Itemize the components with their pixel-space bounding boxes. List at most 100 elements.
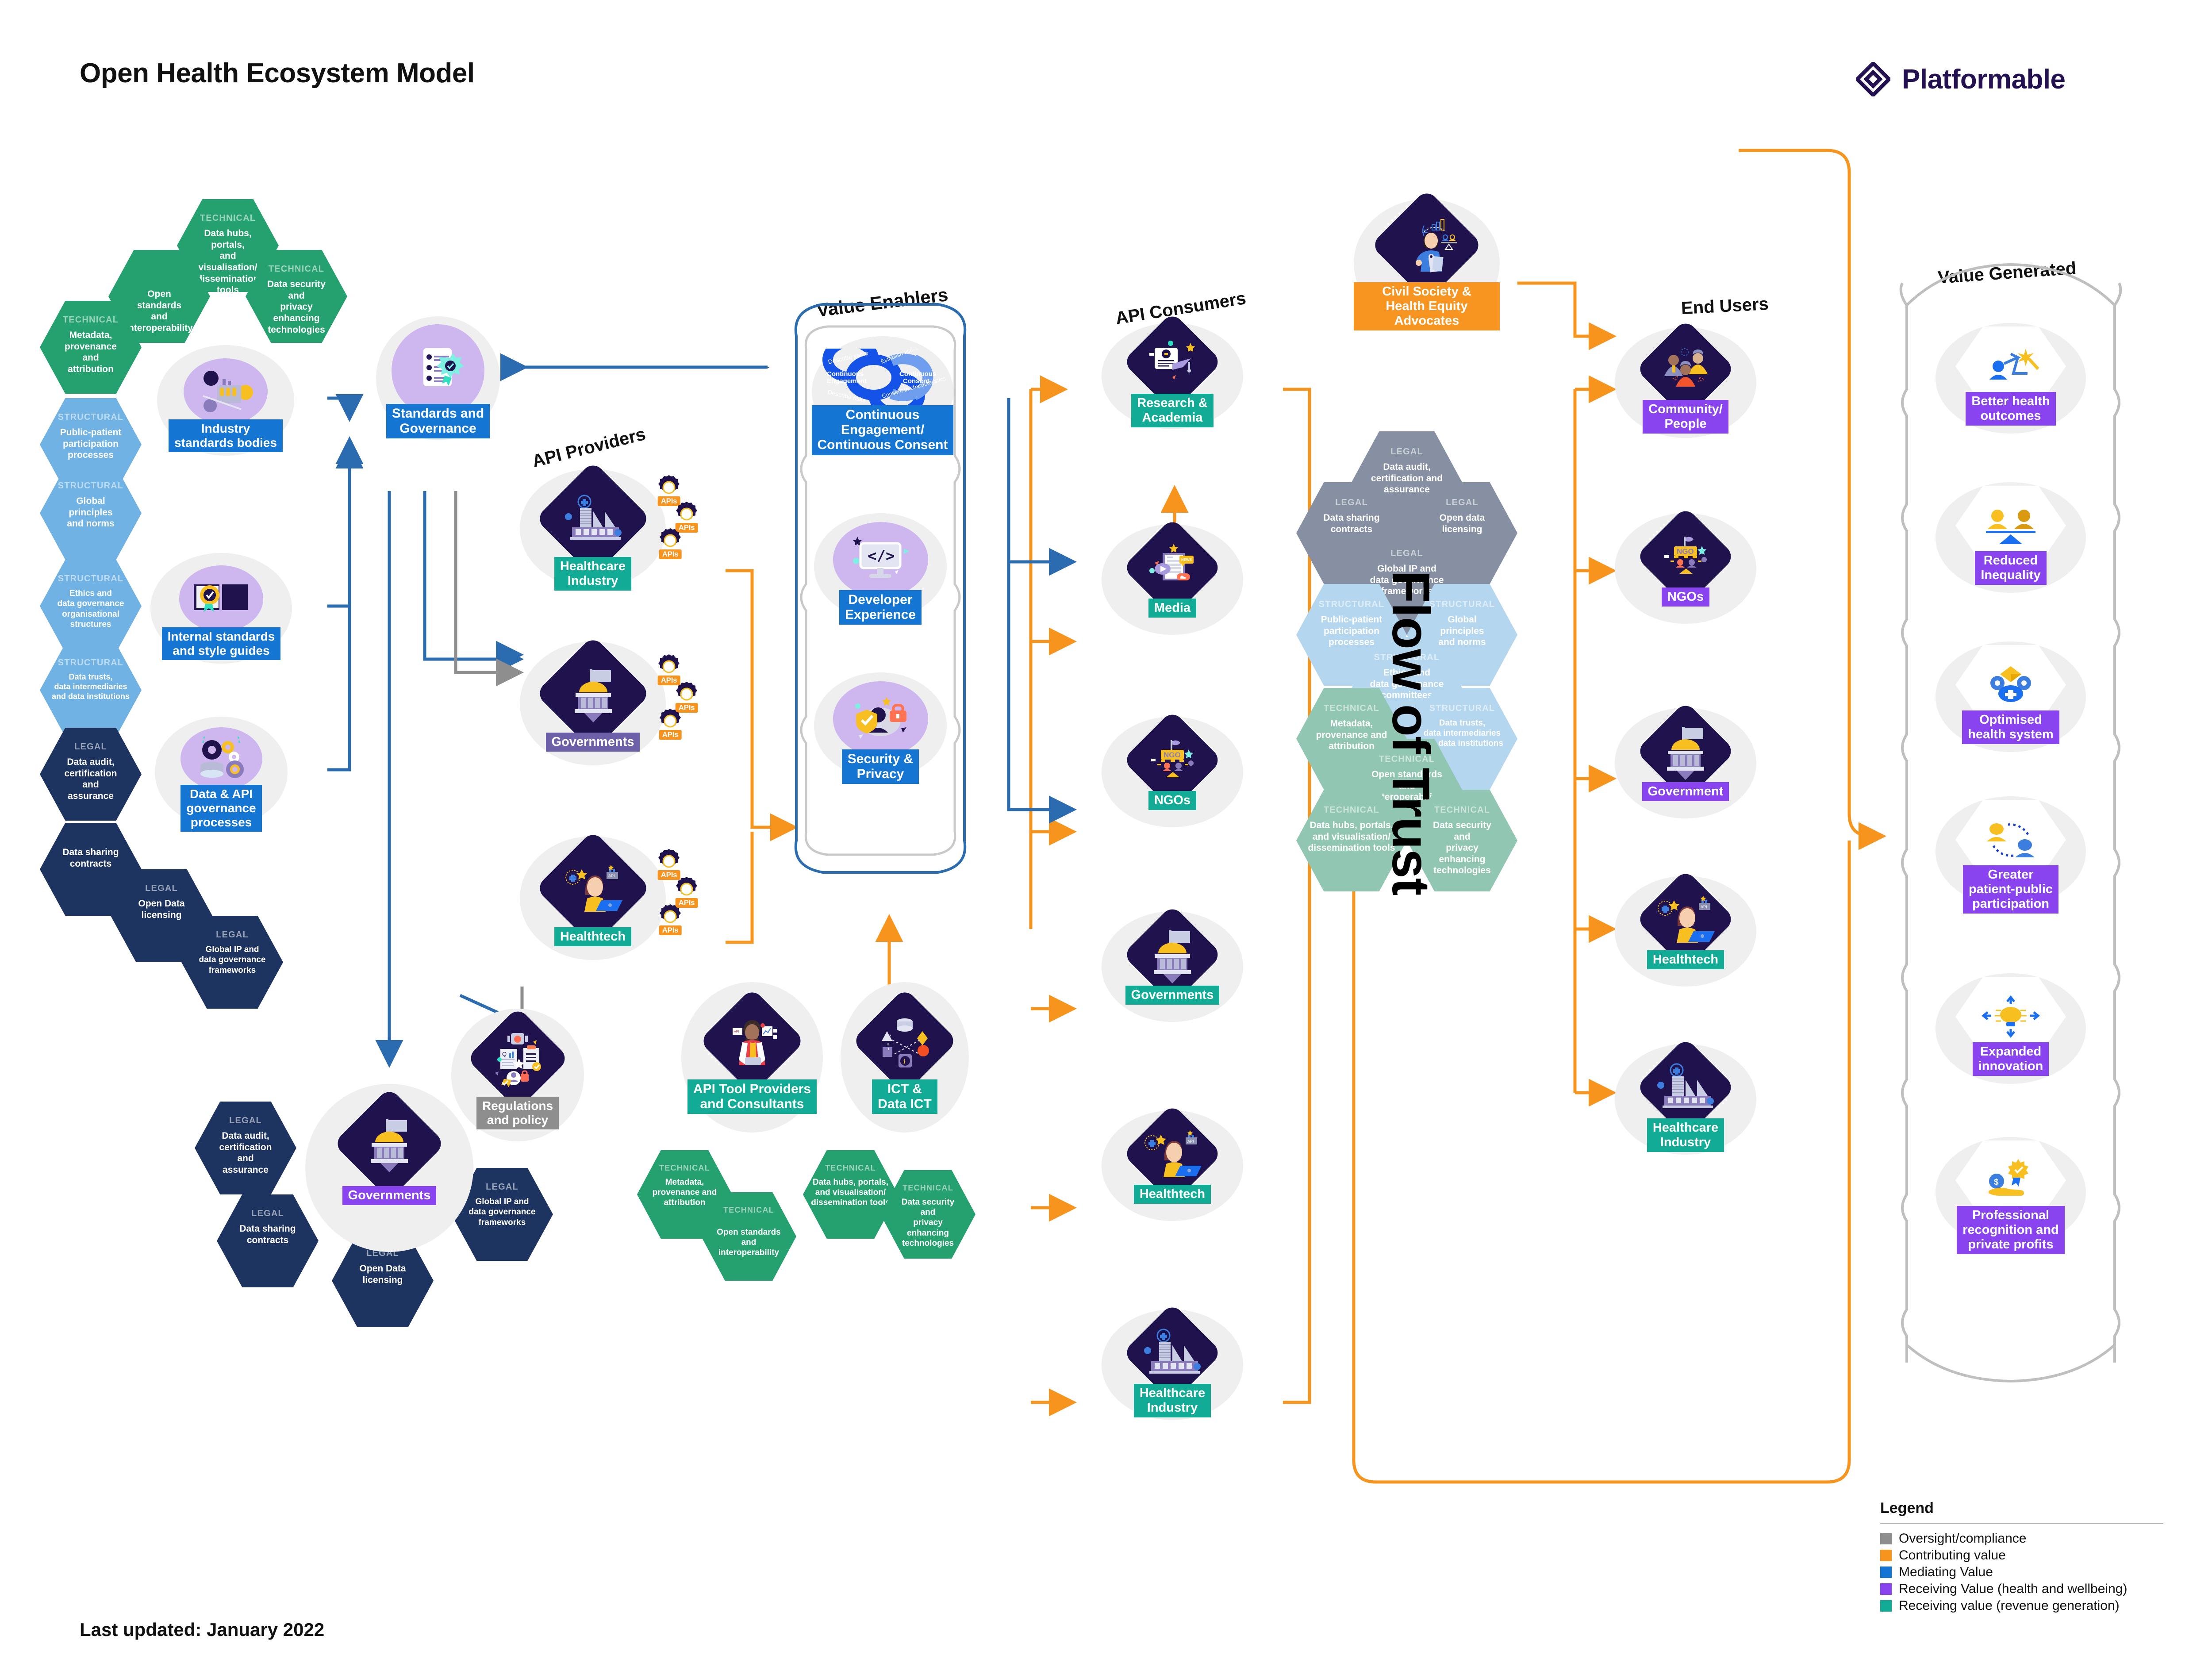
hospital-icon <box>1635 1037 1736 1138</box>
node-civil-society-health-equity-advocates[interactable]: Civil Society & Health Equity Advocates <box>1354 188 1500 345</box>
node-end-user-ngos[interactable]: NGO NGOs <box>1615 506 1756 646</box>
ngo-building-icon: NGO <box>1122 710 1223 810</box>
hospital-icon <box>535 461 651 577</box>
api-gear-badge: APIs <box>655 847 683 880</box>
node-ict-data-ict[interactable]: i ICT & Data ICT <box>841 982 969 1133</box>
node-security-privacy[interactable]: Security & Privacy <box>814 672 947 805</box>
node-label: Governments <box>1125 986 1220 1005</box>
hex-category: LEGAL <box>486 1182 518 1192</box>
node-end-user-government[interactable]: Government <box>1615 701 1756 841</box>
node-label: Community/ People <box>1643 400 1728 434</box>
svg-text:Continuous: Continuous <box>827 370 864 378</box>
node-label: Internal standards and style guides <box>161 627 281 660</box>
legend-label: Contributing value <box>1899 1548 2006 1563</box>
node-api-provider-governments[interactable]: Governments <box>520 635 666 783</box>
legend-swatch <box>1880 1550 1892 1561</box>
hex-text: Data sharing contracts <box>239 1224 296 1245</box>
platformable-diamond-logo-icon <box>1856 62 1890 96</box>
node-value-professional-recognition-private-profits[interactable]: $ Professional recognition and private p… <box>1936 1137 2086 1270</box>
api-gear-badge: APIs <box>672 875 701 908</box>
node-data-api-governance-processes[interactable]: Data & API governance processes <box>155 717 288 832</box>
hex-text: Ethics and data governance organisationa… <box>57 589 124 629</box>
hex-text: Data sharing contracts <box>1323 513 1380 534</box>
node-label: Optimised health system <box>1962 710 2059 745</box>
hex-gov-0: LEGAL Data audit, certification and assu… <box>195 1102 296 1194</box>
node-consumer-media[interactable]: NEWS Media <box>1102 517 1243 657</box>
hex-category: LEGAL <box>1390 549 1423 558</box>
hex-category: LEGAL <box>251 1209 284 1219</box>
legend-label: Receiving value (revenue generation) <box>1899 1598 2120 1613</box>
hex-left-8: LEGAL Data audit, certification and assu… <box>40 728 142 821</box>
hex-category: STRUCTURAL <box>1318 599 1385 609</box>
diploma-graduation-icon <box>1122 311 1223 412</box>
legend-label: Receiving Value (health and wellbeing) <box>1899 1582 2128 1596</box>
node-label: Regulations and policy <box>476 1097 559 1129</box>
node-internal-standards-style-guides[interactable]: Internal standards and style guides <box>150 553 292 664</box>
factory-network-icon <box>184 358 268 425</box>
node-label: NGOs <box>1661 587 1710 607</box>
node-developer-experience[interactable]: </> Developer Experience <box>814 513 947 646</box>
node-consumer-ngos[interactable]: NGO NGOs <box>1102 710 1243 849</box>
hex-category: STRUCTURAL <box>58 481 124 491</box>
hex-category: TECHNICAL <box>659 1163 710 1173</box>
legend-swatch <box>1880 1583 1892 1595</box>
node-consumer-research-academia[interactable]: Research & Academia <box>1102 311 1243 456</box>
hospital-icon <box>1122 1302 1223 1403</box>
node-api-provider-healthtech[interactable]: API Healthtech <box>520 830 666 978</box>
ngo-building-icon: NGO <box>1635 506 1736 607</box>
news-media-icon: NEWS <box>1122 517 1223 618</box>
legend-label: Mediating Value <box>1899 1565 1993 1579</box>
legend-item-oversight: Oversight/compliance <box>1880 1531 2163 1546</box>
hex-category: STRUCTURAL <box>58 658 124 668</box>
node-consumer-healthcare-industry[interactable]: Healthcare Industry <box>1102 1302 1243 1451</box>
last-updated-text: Last updated: January 2022 <box>80 1619 325 1640</box>
node-continuous-engagement-consent[interactable]: Describe value Describe risks Establish … <box>810 336 956 482</box>
page-title: Open Health Ecosystem Model <box>80 58 475 88</box>
node-industry-standards-bodies[interactable]: Industry standards bodies <box>157 345 294 456</box>
node-label: Government <box>1642 782 1729 802</box>
document-checklist-ribbon-icon <box>392 324 484 417</box>
infinity-loop-icon: Describe value Describe risks Establish … <box>816 349 949 406</box>
node-end-user-community-people[interactable]: Community/ People <box>1615 319 1756 460</box>
hex-left-6: STRUCTURAL Ethics and data governance or… <box>40 560 142 653</box>
node-label: Healthcare Industry <box>1647 1118 1724 1152</box>
node-api-tool-providers-consultants[interactable]: APIA API Tool Providers and Consultants <box>677 982 827 1133</box>
node-consumer-governments[interactable]: Governments <box>1102 904 1243 1044</box>
data-infrastructure-icon: i <box>851 987 958 1094</box>
node-regulations-and-policy[interactable]: Q Regulations and policy <box>451 1006 584 1141</box>
shield-user-lock-icon <box>833 681 928 756</box>
svg-text:Consent: Consent <box>903 377 929 385</box>
node-label: Data & API governance processes <box>180 785 262 832</box>
hex-text: Data sharing contracts <box>62 847 119 869</box>
node-value-better-health-outcomes[interactable]: Better health outcomes <box>1936 323 2086 438</box>
node-label: Security & Privacy <box>841 749 919 784</box>
node-label: Healthtech <box>554 927 632 947</box>
node-value-greater-patient-public-participation[interactable]: Greater patient-public participation <box>1936 796 2086 920</box>
hex-category: TECHNICAL <box>1434 805 1490 815</box>
api-gear-badge: APIs <box>656 707 684 740</box>
government-building-icon <box>1635 701 1736 802</box>
node-governments-lower-left[interactable]: Governments <box>305 1084 473 1252</box>
node-label: Continuous Engagement/ Continuous Consen… <box>811 405 954 455</box>
node-label: Professional recognition and private pro… <box>1957 1206 2065 1255</box>
group-title-value-generated: Value Generated <box>1937 258 2077 288</box>
legend-item-receiving-revenue: Receiving value (revenue generation) <box>1880 1598 2163 1613</box>
svg-text:Q: Q <box>502 1051 506 1057</box>
hex-text: Public-patient participation processes <box>60 427 122 461</box>
node-label: Healthtech <box>1647 950 1724 970</box>
node-api-provider-healthcare-industry[interactable]: Healthcare Industry <box>520 460 666 606</box>
node-end-user-healthtech[interactable]: API Healthtech <box>1615 869 1756 1009</box>
hex-text: Open standards and interoperability <box>717 1228 781 1258</box>
legend-swatch <box>1880 1566 1892 1578</box>
hex-text: Metadata, provenance and attribution <box>652 1178 717 1208</box>
node-consumer-healthtech[interactable]: API Healthtech <box>1102 1103 1243 1243</box>
node-standards-and-governance[interactable]: Standards and Governance <box>376 316 500 440</box>
node-value-expanded-innovation[interactable]: Expanded innovation <box>1936 973 2086 1088</box>
svg-text:Continuous: Continuous <box>899 370 936 378</box>
hex-text: Global IP and data governance frameworks <box>199 945 266 975</box>
svg-text:API: API <box>1701 905 1707 909</box>
node-end-user-healthcare-industry[interactable]: Healthcare Industry <box>1615 1037 1756 1186</box>
node-value-optimised-health-system[interactable]: Optimised health system <box>1936 641 2086 756</box>
group-title-end-users: End Users <box>1680 294 1769 319</box>
node-value-reduced-inequality[interactable]: Reduced Inequality <box>1936 482 2086 597</box>
